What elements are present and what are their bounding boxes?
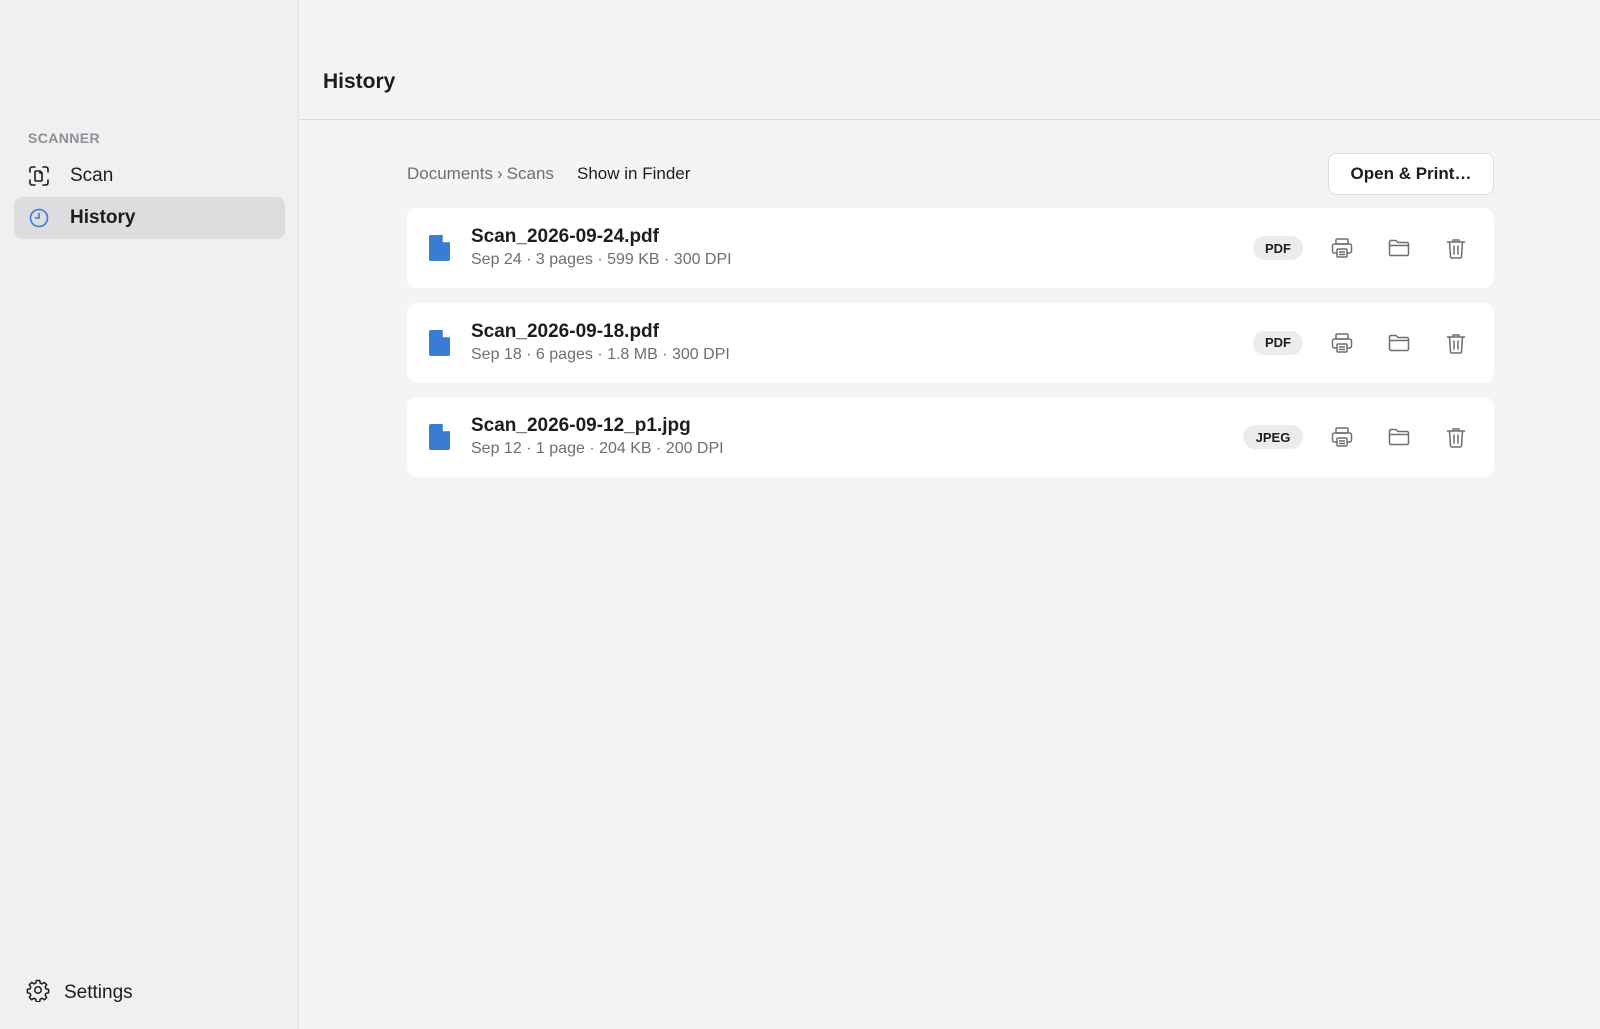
format-badge: PDF — [1253, 330, 1303, 355]
file-name: Scan_2026-09-18.pdf — [471, 320, 659, 342]
sidebar-item-label: Scan — [70, 165, 114, 186]
format-badge: JPEG — [1243, 425, 1303, 449]
file-name: Scan_2026-09-24.pdf — [471, 226, 659, 247]
file-list: Scan_2026-09-24.pdf Sep 24 · 3 pages · 5… — [407, 208, 1494, 492]
clock-icon — [28, 207, 50, 229]
sidebar-section-label: SCANNER — [28, 130, 101, 146]
breadcrumb-item-documents[interactable]: Documents — [407, 164, 493, 183]
open-print-button[interactable]: Open & Print… — [1328, 153, 1494, 195]
trash-icon[interactable] — [1441, 233, 1471, 263]
file-meta: Sep 18 · 6 pages · 1.8 MB · 300 DPI — [471, 345, 730, 363]
file-name: Scan_2026-09-12_p1.jpg — [471, 415, 691, 436]
file-row[interactable]: Scan_2026-09-18.pdf Sep 18 · 6 pages · 1… — [407, 302, 1494, 383]
sidebar-item-history[interactable]: History — [14, 197, 285, 239]
show-in-finder-link[interactable]: Show in Finder — [577, 164, 690, 184]
document-icon — [427, 422, 453, 452]
print-icon[interactable] — [1327, 422, 1357, 452]
breadcrumb-separator: › — [496, 164, 503, 183]
settings-button[interactable]: Settings — [26, 978, 133, 1007]
document-icon — [427, 233, 453, 263]
file-row[interactable]: Scan_2026-09-12_p1.jpg Sep 12 · 1 page ·… — [407, 397, 1494, 477]
print-icon[interactable] — [1327, 233, 1357, 263]
gear-icon — [26, 978, 50, 1007]
document-icon — [427, 328, 453, 358]
folder-icon[interactable] — [1384, 422, 1414, 452]
format-badge: PDF — [1253, 236, 1303, 260]
sidebar-item-scan[interactable]: Scan — [14, 155, 285, 197]
folder-icon[interactable] — [1384, 233, 1414, 263]
breadcrumb-item-scans[interactable]: Scans — [507, 164, 554, 183]
folder-icon[interactable] — [1384, 328, 1414, 358]
trash-icon[interactable] — [1441, 328, 1471, 358]
file-meta: Sep 12 · 1 page · 204 KB · 200 DPI — [471, 440, 724, 457]
scan-icon — [28, 165, 50, 187]
settings-label: Settings — [64, 981, 133, 1003]
file-row[interactable]: Scan_2026-09-24.pdf Sep 24 · 3 pages · 5… — [407, 208, 1494, 288]
trash-icon[interactable] — [1441, 422, 1471, 452]
toolbar: Documents › Scans Show in Finder Open & Pr… — [407, 153, 1494, 195]
main-content: History Documents › Scans Show in Finder O… — [299, 0, 1600, 1029]
sidebar-item-label: History — [70, 207, 136, 228]
file-meta: Sep 24 · 3 pages · 599 KB · 300 DPI — [471, 251, 732, 268]
page-title: History — [323, 70, 396, 93]
print-icon[interactable] — [1327, 328, 1357, 358]
breadcrumb: Documents › Scans — [407, 164, 554, 184]
sidebar: SCANNER Scan History Settings — [0, 0, 299, 1029]
header: History — [299, 0, 1600, 120]
app-window: SCANNER Scan History Settings History Do… — [0, 0, 1600, 1029]
